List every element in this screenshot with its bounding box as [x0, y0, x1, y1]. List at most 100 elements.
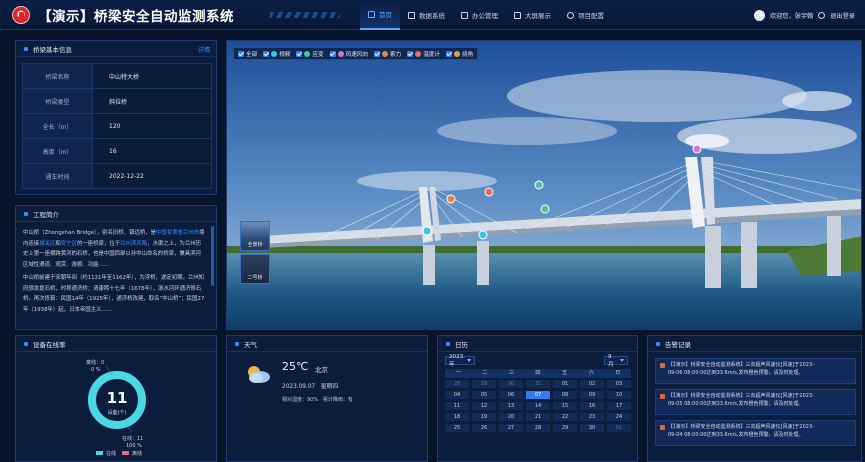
calendar-day-today[interactable]: 07 [526, 391, 550, 399]
calendar-day[interactable]: 06 [499, 391, 523, 399]
calendar-day[interactable]: 11 [445, 402, 469, 410]
bridge-detail-link[interactable]: 详情 [198, 45, 210, 54]
title-marker-icon [24, 46, 28, 51]
calendar-day[interactable]: 13 [499, 402, 523, 410]
logout-icon[interactable] [818, 11, 826, 19]
layer-strain[interactable]: 应变 [296, 50, 324, 58]
layer-cable-force[interactable]: 索力 [374, 50, 401, 58]
calendar-day[interactable]: 14 [526, 402, 550, 410]
calendar-day[interactable]: 26 [472, 424, 496, 432]
nav-project-config[interactable]: 项目配置 [559, 0, 612, 30]
thumb-bridge-2[interactable]: 二号桥 [240, 254, 270, 284]
bridge-scene-viewer[interactable]: 全部 视频 应变 风速风向 索力 温度计 挠角 全景桥 二号桥 [226, 40, 862, 330]
intro-link[interactable]: 中国甘肃省兰州市 [156, 230, 199, 236]
info-value: 斜拉桥 [92, 88, 212, 114]
info-key: 桥梁类型 [22, 88, 93, 114]
calendar-day[interactable]: 20 [499, 413, 523, 421]
layer-label: 索力 [390, 51, 402, 58]
table-row: 通车时间 2022-12-22 [22, 163, 212, 189]
alarm-item[interactable]: 【【演示】桥梁安全自动监测系统】三向超声风速仪[风速]于2023- 09-04 0… [655, 420, 856, 446]
year-select[interactable]: 2023年 [445, 354, 475, 368]
calendar-day[interactable]: 10 [607, 391, 631, 399]
checkbox-icon[interactable] [238, 50, 244, 57]
alarm-item[interactable]: 【【演示】桥梁安全自动监测系统】三向超声风速仪[风速]于2023- 09-06 0… [655, 358, 856, 384]
layer-filter-bar: 全部 视频 应变 风速风向 索力 温度计 挠角 [233, 47, 479, 60]
weekday-label: 二 [482, 370, 488, 376]
checkbox-icon[interactable] [263, 50, 270, 57]
intro-paragraph-1: 中山桥（Zhongshan Bridge），别名旧桥、镇远桥，是中国甘肃省兰州市… [23, 228, 206, 270]
month-select[interactable]: 9月 [604, 354, 628, 368]
calendar-day[interactable]: 03 [607, 380, 631, 388]
layer-label: 应变 [312, 51, 324, 58]
calendar-day[interactable]: 05 [472, 391, 496, 399]
calendar-day[interactable]: 22 [553, 413, 577, 421]
checkbox-icon[interactable] [329, 50, 336, 57]
calendar-day[interactable]: 30 [580, 424, 604, 432]
thermometer-icon [415, 50, 422, 57]
calendar-day[interactable]: 01 [607, 424, 631, 432]
calendar-day[interactable]: 08 [553, 391, 577, 399]
intro-link[interactable]: 城关区 [39, 241, 55, 247]
bridge-info-table: 桥梁名称 中山特大桥 桥梁类型 斜拉桥 全长（m） 120 高度（m） 16 通车时间 2… [22, 63, 212, 189]
calendar-day[interactable]: 19 [472, 413, 496, 421]
nav-big-screen[interactable]: 大屏展示 [506, 0, 559, 30]
checkbox-icon[interactable] [446, 50, 452, 57]
calendar-day[interactable]: 21 [526, 413, 550, 421]
table-row: 全长（m） 120 [22, 113, 212, 139]
alarm-panel: 告警记录 【【演示】桥梁安全自动监测系统】三向超声风速仪[风速]于2023- 09… [647, 335, 862, 462]
alarm-text: 09-04 08:00:00达到33.6m/s,发布橙色预警，请及时处理。 [668, 431, 804, 438]
info-value: 16 [92, 138, 212, 164]
layer-tilt[interactable]: 挠角 [446, 50, 473, 58]
nav-office[interactable]: 办公管理 [453, 0, 506, 30]
calendar-day[interactable]: 17 [607, 402, 631, 410]
layer-label: 挠角 [462, 51, 474, 58]
cable-force-icon [382, 50, 388, 57]
calendar-day[interactable]: 16 [580, 402, 604, 410]
calendar-day[interactable]: 04 [445, 391, 469, 399]
calendar-day[interactable]: 27 [499, 424, 523, 432]
weather-weekday: 星期四 [320, 384, 339, 390]
wind-icon [337, 50, 344, 57]
layer-all[interactable]: 全部 [238, 50, 257, 58]
layer-video[interactable]: 视频 [263, 50, 290, 58]
calendar-day[interactable]: 18 [445, 413, 469, 421]
weather-temp: 25℃ [282, 360, 309, 373]
logout-button[interactable]: 退出登录 [830, 11, 855, 20]
calendar-day[interactable]: 15 [553, 402, 577, 410]
intro-link[interactable]: 安宁区 [61, 241, 77, 247]
calendar-day[interactable]: 02 [580, 380, 604, 388]
calendar-day[interactable]: 29 [472, 380, 496, 388]
layer-wind[interactable]: 风速风向 [329, 50, 368, 58]
nav-big-screen-label: 大屏展示 [525, 12, 551, 20]
weather-title-bar: 天气 [227, 336, 427, 352]
calendar-day[interactable]: 28 [445, 380, 469, 388]
weekday-label: 五 [562, 370, 568, 376]
calendar-day[interactable]: 30 [499, 380, 523, 388]
calendar-day[interactable]: 24 [607, 413, 631, 421]
calendar-day[interactable]: 25 [445, 424, 469, 432]
calendar-day[interactable]: 12 [472, 402, 496, 410]
calendar-day[interactable]: 31 [526, 380, 550, 388]
calendar-day[interactable]: 29 [553, 424, 577, 432]
checkbox-icon[interactable] [407, 50, 414, 57]
calendar-day[interactable]: 23 [580, 413, 604, 421]
alarm-item[interactable]: 【【演示】桥梁安全自动监测系统】三向超声风速仪[风速]于2023- 09-05 0… [655, 389, 856, 415]
project-intro-title-bar: 工程简介 [16, 206, 216, 222]
nav-home[interactable]: 首页 [360, 0, 400, 30]
calendar-day[interactable]: 01 [553, 380, 577, 388]
intro-scrollbar[interactable] [211, 226, 214, 286]
checkbox-icon[interactable] [374, 50, 380, 57]
calendar-day[interactable]: 09 [580, 391, 604, 399]
app-title: 【演示】桥梁安全自动监测系统 [38, 9, 234, 25]
logo-icon [12, 6, 30, 24]
thumb-panorama[interactable]: 全景桥 [240, 221, 270, 251]
legend-offline: 离线 [132, 450, 142, 457]
nav-data-system[interactable]: 数据系统 [400, 0, 453, 30]
calendar-day[interactable]: 28 [526, 424, 550, 432]
checkbox-icon[interactable] [296, 50, 303, 57]
layer-thermometer[interactable]: 温度计 [407, 50, 440, 58]
avatar[interactable] [753, 9, 765, 21]
alarm-text: 【【演示】桥梁安全自动监测系统】三向超声风速仪[风速]于2023- [668, 393, 814, 399]
intro-link[interactable]: 兰州滨河路 [120, 241, 147, 247]
calendar-panel: 日历 2023年 9月 一 二 三 四 五 六 日 28 29 30 31 01 02 03… [437, 335, 638, 462]
